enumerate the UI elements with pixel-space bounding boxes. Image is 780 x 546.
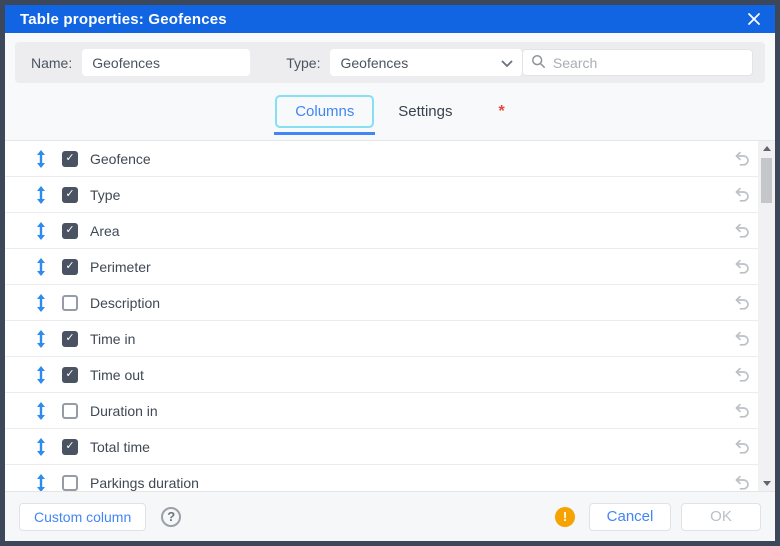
column-checkbox[interactable] xyxy=(62,294,78,311)
type-label: Type: xyxy=(286,54,321,71)
dialog-title: Table properties: Geofences xyxy=(20,10,227,28)
required-asterisk: * xyxy=(498,102,505,120)
reset-column-icon[interactable] xyxy=(733,294,751,312)
drag-handle-icon[interactable] xyxy=(35,293,47,312)
column-row: ✓ Total time xyxy=(5,429,758,465)
chevron-down-icon xyxy=(501,55,513,71)
close-icon[interactable] xyxy=(745,10,763,28)
scrollbar-thumb[interactable] xyxy=(761,158,772,203)
column-list-wrap: ✓ Geofence ✓ Type ✓ Area ✓ Perimeter Des… xyxy=(5,140,775,491)
warning-icon: ! xyxy=(555,506,575,527)
tab-bar: Columns Settings * xyxy=(5,83,775,140)
drag-handle-icon[interactable] xyxy=(35,473,47,491)
column-list: ✓ Geofence ✓ Type ✓ Area ✓ Perimeter Des… xyxy=(5,141,758,491)
table-properties-dialog: Table properties: Geofences Name: Type: … xyxy=(0,0,780,546)
column-checkbox[interactable]: ✓ xyxy=(62,186,78,203)
column-label: Perimeter xyxy=(90,258,151,275)
reset-column-icon[interactable] xyxy=(733,186,751,204)
reset-column-icon[interactable] xyxy=(733,402,751,420)
drag-handle-icon[interactable] xyxy=(35,221,47,240)
dialog-footer: Custom column ? ! Cancel OK xyxy=(5,491,775,541)
tab-settings[interactable]: Settings xyxy=(398,103,452,120)
tab-settings-label: Settings xyxy=(398,103,453,120)
ok-button: OK xyxy=(681,502,761,531)
column-label: Geofence xyxy=(90,150,151,167)
column-label: Area xyxy=(90,222,120,239)
column-checkbox[interactable]: ✓ xyxy=(62,222,78,239)
reset-column-icon[interactable] xyxy=(733,330,751,348)
drag-handle-icon[interactable] xyxy=(35,185,47,204)
column-checkbox[interactable] xyxy=(62,402,78,419)
properties-header: Name: Type: Geofences xyxy=(15,42,765,83)
search-input[interactable] xyxy=(552,54,744,71)
column-label: Parkings duration xyxy=(90,474,199,491)
column-label: Duration in xyxy=(90,402,158,419)
dialog-titlebar: Table properties: Geofences xyxy=(5,5,775,33)
cancel-button[interactable]: Cancel xyxy=(589,502,671,531)
column-row: Parkings duration xyxy=(5,465,758,491)
column-row: ✓ Time in xyxy=(5,321,758,357)
column-label: Time in xyxy=(90,330,136,347)
column-label: Total time xyxy=(90,438,150,455)
tab-columns-label: Columns xyxy=(295,103,355,120)
search-icon xyxy=(531,54,546,72)
scroll-up-icon[interactable] xyxy=(758,141,775,156)
column-row: Description xyxy=(5,285,758,321)
column-checkbox[interactable]: ✓ xyxy=(62,438,78,455)
drag-handle-icon[interactable] xyxy=(35,149,47,168)
column-row: ✓ Geofence xyxy=(5,141,758,177)
drag-handle-icon[interactable] xyxy=(35,437,47,456)
reset-column-icon[interactable] xyxy=(733,258,751,276)
drag-handle-icon[interactable] xyxy=(35,329,47,348)
column-checkbox[interactable]: ✓ xyxy=(62,366,78,383)
column-label: Description xyxy=(90,294,161,311)
column-row: ✓ Type xyxy=(5,177,758,213)
scrollbar[interactable] xyxy=(758,141,775,491)
custom-column-button[interactable]: Custom column xyxy=(19,502,147,531)
type-select[interactable]: Geofences xyxy=(330,49,522,76)
help-icon[interactable]: ? xyxy=(161,506,182,527)
reset-column-icon[interactable] xyxy=(733,474,751,492)
reset-column-icon[interactable] xyxy=(733,222,751,240)
drag-handle-icon[interactable] xyxy=(35,257,47,276)
drag-handle-icon[interactable] xyxy=(35,401,47,420)
tab-columns[interactable]: Columns xyxy=(274,95,376,135)
column-row: ✓ Area xyxy=(5,213,758,249)
name-input[interactable] xyxy=(82,49,251,76)
type-selected-value: Geofences xyxy=(340,54,409,71)
drag-handle-icon[interactable] xyxy=(35,365,47,384)
column-row: ✓ Perimeter xyxy=(5,249,758,285)
column-label: Type xyxy=(90,186,121,203)
reset-column-icon[interactable] xyxy=(733,150,751,168)
column-checkbox[interactable]: ✓ xyxy=(62,258,78,275)
column-checkbox[interactable]: ✓ xyxy=(62,150,78,167)
column-row: ✓ Time out xyxy=(5,357,758,393)
name-label: Name: xyxy=(31,54,73,71)
column-row: Duration in xyxy=(5,393,758,429)
reset-column-icon[interactable] xyxy=(733,366,751,384)
reset-column-icon[interactable] xyxy=(733,438,751,456)
search-box xyxy=(521,49,753,76)
column-label: Time out xyxy=(90,366,144,383)
column-checkbox[interactable] xyxy=(62,474,78,491)
scroll-down-icon[interactable] xyxy=(758,476,775,491)
active-tab-underline xyxy=(274,132,376,135)
column-checkbox[interactable]: ✓ xyxy=(62,330,78,347)
